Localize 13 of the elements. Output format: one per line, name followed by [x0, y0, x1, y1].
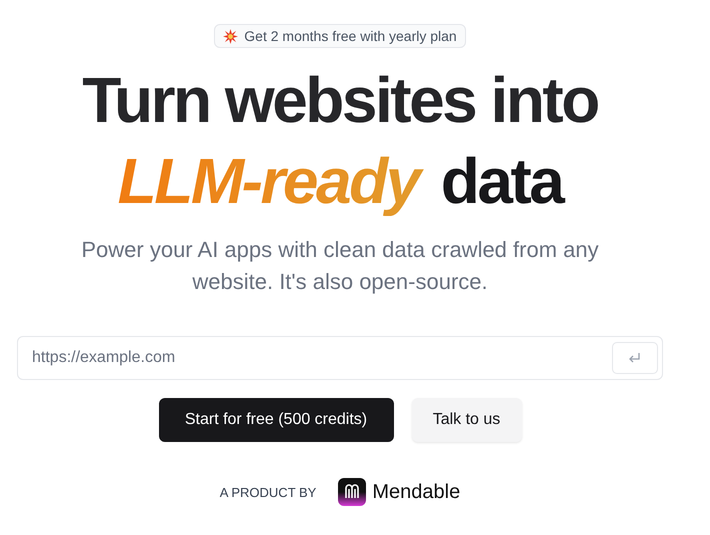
- promo-text: Get 2 months free with yearly plan: [244, 28, 457, 44]
- brand-name: Mendable: [372, 480, 460, 504]
- logo-icon: [338, 478, 366, 506]
- promo-badge[interactable]: Get 2 months free with yearly plan: [214, 24, 466, 48]
- url-input-field[interactable]: https://example.com: [17, 336, 663, 380]
- headline: data: [440, 146, 562, 216]
- subtitle: Power your AI apps with clean data crawled from any website. It's also open-source.: [80, 236, 600, 296]
- contact-button[interactable]: Talk to us: [412, 398, 522, 442]
- headline: Turn websites into: [82, 64, 598, 136]
- submit-button[interactable]: [612, 342, 658, 374]
- start-button[interactable]: Start for free (500 credits): [158, 398, 394, 442]
- product-caption: A PRODUCT BY: [220, 484, 316, 500]
- burst-icon: [223, 28, 238, 44]
